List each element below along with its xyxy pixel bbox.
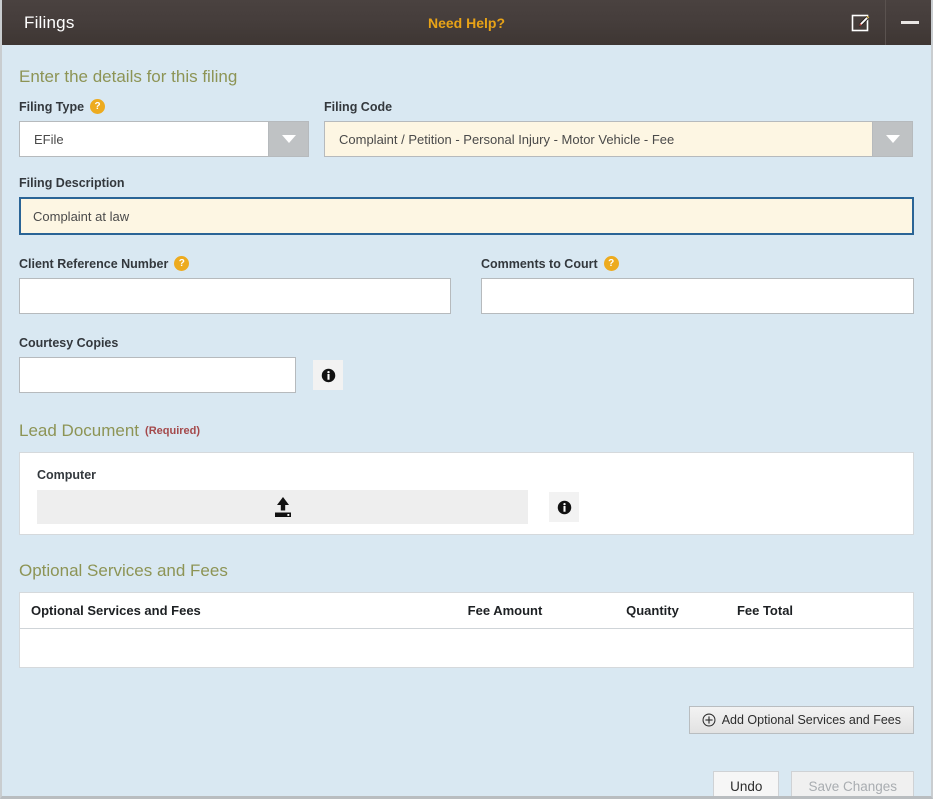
lead-document-source-label: Computer (37, 468, 896, 482)
lead-document-heading: Lead Document (19, 421, 139, 440)
comments-to-court-input[interactable] (481, 278, 914, 314)
lead-document-upload-row (37, 490, 896, 524)
comments-to-court-label-wrap: Comments to Court ? (481, 255, 914, 272)
info-circle-icon (321, 368, 336, 383)
filing-code-arrow[interactable] (872, 122, 912, 156)
filing-code-value: Complaint / Petition - Personal Injury -… (325, 122, 872, 156)
filing-description-group: Filing Description (19, 174, 914, 235)
window-title: Filings (24, 13, 75, 33)
optional-services-table-header: Optional Services and Fees Fee Amount Qu… (20, 593, 913, 629)
question-mark-icon[interactable]: ? (604, 256, 619, 271)
optional-services-section: Optional Services and Fees Optional Serv… (19, 561, 914, 668)
filing-type-value: EFile (20, 122, 268, 156)
chevron-down-icon (282, 135, 296, 143)
filing-code-group: Filing Code Complaint / Petition - Perso… (324, 98, 913, 157)
undo-button[interactable]: Undo (713, 771, 779, 799)
filing-form: Enter the details for this filing Filing… (2, 45, 931, 799)
lead-document-section: Lead Document (Required) Computer (19, 421, 914, 535)
client-reference-label-wrap: Client Reference Number ? (19, 255, 451, 272)
courtesy-copies-group: Courtesy Copies (19, 334, 914, 393)
comments-to-court-label: Comments to Court (481, 257, 598, 271)
courtesy-copies-label-wrap: Courtesy Copies (19, 334, 914, 351)
filing-description-label-wrap: Filing Description (19, 174, 914, 191)
titlebar-actions (837, 0, 933, 45)
info-circle-icon (557, 500, 572, 515)
column-header-service: Optional Services and Fees (20, 603, 410, 618)
compose-button[interactable] (837, 0, 885, 45)
compose-edit-icon (851, 13, 871, 33)
need-help-link[interactable]: Need Help? (0, 15, 933, 31)
lead-document-upload-dropzone[interactable] (37, 490, 528, 524)
lead-document-heading-wrap: Lead Document (Required) (19, 421, 914, 441)
minimize-icon (901, 21, 919, 24)
lead-document-info-button[interactable] (549, 492, 579, 522)
reference-comments-row: Client Reference Number ? Comments to Co… (19, 255, 914, 314)
courtesy-copies-info-button[interactable] (313, 360, 343, 390)
courtesy-copies-row (19, 357, 914, 393)
column-gap (451, 255, 481, 314)
details-section-heading: Enter the details for this filing (19, 67, 914, 87)
plus-circle-icon (702, 713, 716, 727)
filings-window: Filings Need Help? Enter the details for… (0, 0, 933, 799)
client-reference-label: Client Reference Number (19, 257, 168, 271)
filing-code-select[interactable]: Complaint / Petition - Personal Injury -… (324, 121, 913, 157)
optional-services-table-body (20, 629, 913, 667)
lead-document-panel: Computer (19, 452, 914, 535)
optional-services-table: Optional Services and Fees Fee Amount Qu… (19, 592, 914, 668)
filing-code-label-wrap: Filing Code (324, 98, 913, 115)
filing-type-label: Filing Type (19, 100, 84, 114)
filing-type-arrow[interactable] (268, 122, 308, 156)
column-header-fee-amount: Fee Amount (410, 603, 600, 618)
add-optional-services-button[interactable]: Add Optional Services and Fees (689, 706, 914, 734)
question-mark-icon[interactable]: ? (90, 99, 105, 114)
filing-type-select[interactable]: EFile (19, 121, 309, 157)
filing-description-label: Filing Description (19, 176, 125, 190)
question-mark-icon[interactable]: ? (174, 256, 189, 271)
comments-to-court-group: Comments to Court ? (481, 255, 914, 314)
client-reference-input[interactable] (19, 278, 451, 314)
upload-arrow-icon (270, 495, 296, 519)
filing-type-label-wrap: Filing Type ? (19, 98, 309, 115)
courtesy-copies-label: Courtesy Copies (19, 336, 118, 350)
filing-code-label: Filing Code (324, 100, 392, 114)
lead-document-required-tag: (Required) (145, 425, 200, 437)
filing-type-code-row: Filing Type ? EFile Filing Code Complain… (19, 98, 914, 157)
add-optional-services-label: Add Optional Services and Fees (722, 713, 901, 727)
courtesy-copies-input[interactable] (19, 357, 296, 393)
optional-services-heading: Optional Services and Fees (19, 561, 914, 581)
form-footer: Undo Save Changes (713, 771, 914, 799)
filing-description-input[interactable] (19, 197, 914, 235)
column-header-quantity: Quantity (600, 603, 705, 618)
chevron-down-icon (886, 135, 900, 143)
minimize-button[interactable] (885, 0, 933, 45)
filing-type-group: Filing Type ? EFile (19, 98, 309, 157)
window-titlebar: Filings Need Help? (0, 0, 933, 45)
client-reference-group: Client Reference Number ? (19, 255, 451, 314)
column-header-fee-total: Fee Total (705, 603, 825, 618)
column-gap (309, 98, 324, 157)
save-changes-button[interactable]: Save Changes (791, 771, 914, 799)
